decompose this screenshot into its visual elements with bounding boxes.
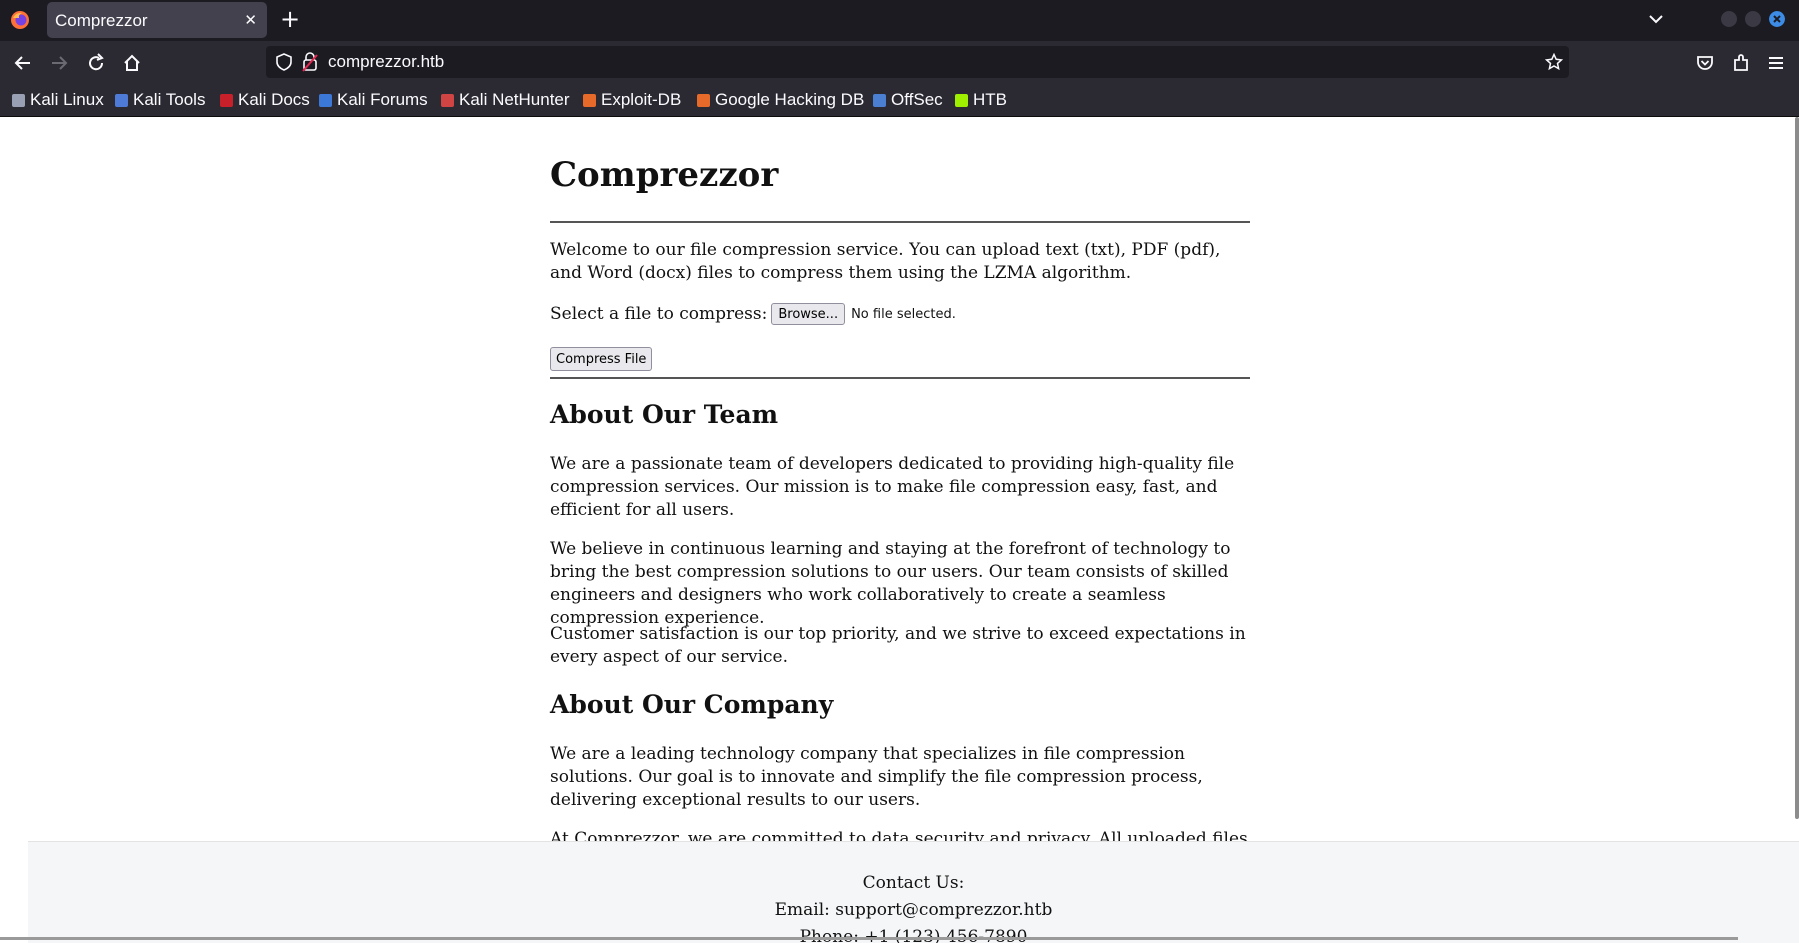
kali-tools-icon <box>115 93 128 107</box>
minimize-button[interactable] <box>1721 11 1737 27</box>
bookmark-kali-forums[interactable]: Kali Forums <box>319 89 428 111</box>
scrollbar[interactable] <box>1795 117 1799 819</box>
back-arrow-icon[interactable] <box>12 52 34 74</box>
bookmark-htb[interactable]: HTB <box>955 89 1007 111</box>
select-file-label: Select a file to compress: <box>550 304 768 324</box>
bookmark-kali-linux[interactable]: Kali Linux <box>12 89 104 111</box>
page-viewport: Comprezzor Welcome to our file compressi… <box>0 117 1799 943</box>
extensions-icon[interactable] <box>1730 52 1752 74</box>
bookmark-kali-docs[interactable]: Kali Docs <box>220 89 310 111</box>
firefox-icon[interactable] <box>10 10 30 30</box>
nethunter-icon <box>441 93 454 107</box>
home-icon[interactable] <box>121 52 143 74</box>
exploit-db-icon <box>583 93 596 107</box>
new-tab-button[interactable]: + <box>280 6 300 32</box>
bookmark-exploit-db[interactable]: Exploit-DB <box>583 89 681 111</box>
tab-bar: Comprezzor ✕ + <box>0 0 1799 41</box>
nav-bar: comprezzor.htb <box>0 41 1799 84</box>
kali-dragon-icon <box>12 93 25 107</box>
intro-text: Welcome to our file compression service.… <box>550 240 1221 283</box>
team-paragraph-1: We are a passionate team of developers d… <box>550 454 1235 520</box>
reload-icon[interactable] <box>85 52 107 74</box>
menu-icon[interactable] <box>1765 52 1787 74</box>
company-paragraph-1: We are a leading technology company that… <box>550 744 1203 810</box>
pocket-icon[interactable] <box>1694 52 1716 74</box>
divider <box>550 377 1250 379</box>
kali-forums-icon <box>319 93 332 107</box>
bookmark-offsec[interactable]: OffSec <box>873 89 943 111</box>
maximize-button[interactable] <box>1745 11 1761 27</box>
bookmarks-toolbar: Kali Linux Kali Tools Kali Docs Kali For… <box>0 84 1799 117</box>
company-heading: About Our Company <box>550 690 834 719</box>
bookmark-star-icon[interactable] <box>1545 53 1563 71</box>
htb-cube-icon <box>955 93 968 107</box>
footer-email: Email: support@comprezzor.htb <box>774 900 1053 920</box>
horizontal-scrollbar[interactable] <box>0 937 1738 940</box>
url-text[interactable]: comprezzor.htb <box>328 52 444 72</box>
shield-icon[interactable] <box>275 53 293 71</box>
tab-title: Comprezzor <box>55 11 148 30</box>
browse-button[interactable]: Browse... <box>771 303 846 325</box>
page-title: Comprezzor <box>550 155 779 195</box>
close-window-icon[interactable] <box>1769 11 1785 27</box>
team-heading: About Our Team <box>550 400 779 429</box>
no-file-status: No file selected. <box>851 306 956 322</box>
chevron-down-icon[interactable] <box>1648 12 1664 26</box>
forward-arrow-icon[interactable] <box>48 52 70 74</box>
team-paragraph-3: Customer satisfaction is our top priorit… <box>550 624 1246 667</box>
url-bar[interactable]: comprezzor.htb <box>266 46 1569 78</box>
kali-docs-icon <box>220 93 233 107</box>
compress-file-button[interactable]: Compress File <box>550 347 653 371</box>
bookmark-kali-tools[interactable]: Kali Tools <box>115 89 205 111</box>
footer-contact-heading: Contact Us: <box>862 873 965 893</box>
bookmark-kali-nethunter[interactable]: Kali NetHunter <box>441 89 570 111</box>
footer-phone: Phone: +1 (123) 456-7890 <box>799 927 1028 943</box>
offsec-icon <box>873 93 886 107</box>
team-paragraph-2: We believe in continuous learning and st… <box>550 539 1231 628</box>
divider <box>550 221 1250 223</box>
close-tab-icon[interactable]: ✕ <box>244 11 257 29</box>
upload-form-row: Select a file to compress: Browse... No … <box>550 303 956 325</box>
footer: Contact Us: Email: support@comprezzor.ht… <box>28 841 1799 943</box>
tab-comprezzor[interactable]: Comprezzor ✕ <box>47 2 267 38</box>
lock-warning-icon[interactable] <box>302 52 318 72</box>
ghdb-icon <box>697 93 710 107</box>
bookmark-google-hacking-db[interactable]: Google Hacking DB <box>697 89 864 111</box>
